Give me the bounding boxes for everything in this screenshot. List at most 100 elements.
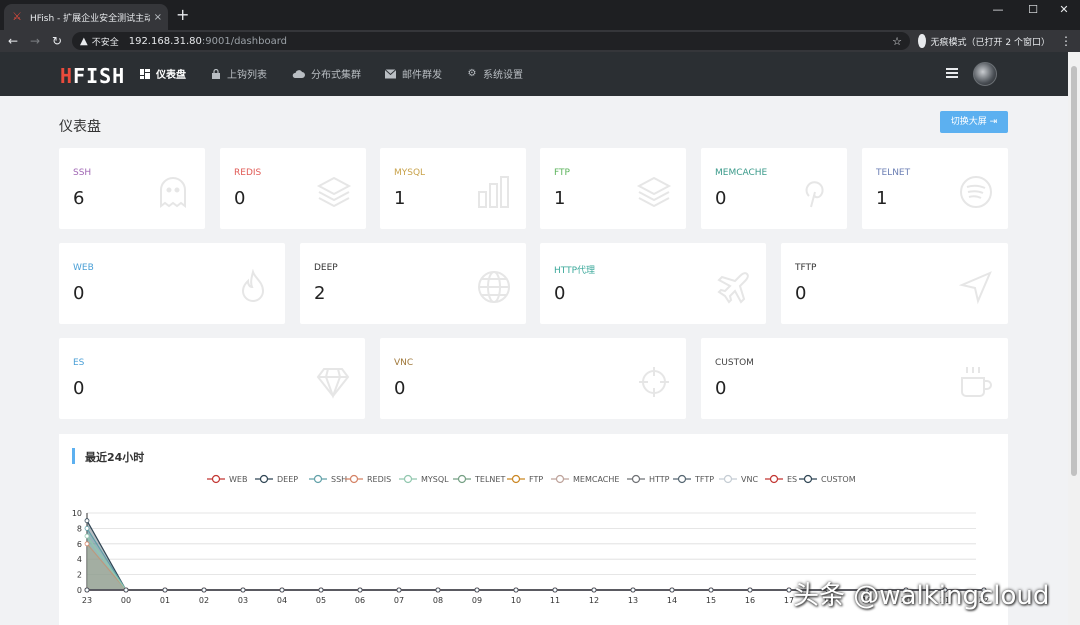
legend-item-telnet[interactable]: TELNET xyxy=(453,474,505,484)
legend-item-redis[interactable]: REDIS xyxy=(345,474,391,484)
data-point-custom xyxy=(786,587,792,593)
window-close-icon[interactable]: ✕ xyxy=(1046,0,1080,30)
address-bar[interactable]: ▲ 不安全 192.168.31.80 :9001/dashboard ☆ xyxy=(72,32,910,50)
legend-item-ftp[interactable]: FTP xyxy=(507,474,543,484)
legend-marker-icon xyxy=(309,474,327,484)
legend-label: VNC xyxy=(741,474,759,484)
data-point-custom xyxy=(318,587,324,593)
incognito-label: 无痕模式（已打开 2 个窗口） xyxy=(930,37,1050,48)
data-point-custom xyxy=(162,587,168,593)
browser-menu-icon[interactable]: ⋮ xyxy=(1060,32,1072,50)
x-tick-label: 09 xyxy=(472,596,482,605)
legend-item-mysql[interactable]: MYSQL xyxy=(399,474,449,484)
nav-label: 仪表盘 xyxy=(156,70,186,81)
scrollbar-thumb[interactable] xyxy=(1071,66,1077,476)
layers-icon xyxy=(316,174,352,210)
nav-item-settings[interactable]: ⚙ 系统设置 xyxy=(467,66,523,81)
x-tick-label: 08 xyxy=(433,596,443,605)
reload-icon[interactable]: ↻ xyxy=(48,32,66,50)
watermark-text: 头条 @walkingcloud xyxy=(793,581,1050,611)
fullscreen-toggle-button[interactable]: 切换大屏 ⇥ xyxy=(940,111,1008,133)
legend-item-vnc[interactable]: VNC xyxy=(719,474,758,484)
data-point-custom xyxy=(747,587,753,593)
card-label: FTP xyxy=(554,168,570,178)
stat-card-web[interactable]: WEB 0 xyxy=(59,243,285,324)
tab-close-icon[interactable]: × xyxy=(154,12,162,23)
legend-marker-icon xyxy=(765,474,783,484)
card-label: TELNET xyxy=(876,168,911,178)
page-title: 仪表盘 xyxy=(59,119,101,135)
bookmark-star-icon[interactable]: ☆ xyxy=(892,35,902,48)
stat-card-custom[interactable]: CUSTOM 0 xyxy=(701,338,1008,419)
plane-icon xyxy=(716,269,752,305)
lock-icon xyxy=(212,68,220,79)
nav-item-cluster[interactable]: 分布式集群 xyxy=(292,66,361,81)
x-tick-label: 02 xyxy=(199,596,209,605)
back-icon[interactable]: ← xyxy=(4,32,22,50)
legend-label: FTP xyxy=(529,474,544,484)
stat-card-mysql[interactable]: MYSQL 1 xyxy=(380,148,526,229)
minimize-icon[interactable]: — xyxy=(980,0,1016,30)
url-path: :9001/dashboard xyxy=(201,35,287,47)
x-tick-label: 12 xyxy=(589,596,599,605)
stat-card-es[interactable]: ES 0 xyxy=(59,338,365,419)
page-scrollbar[interactable] xyxy=(1068,52,1080,625)
card-label: HTTP代理 xyxy=(554,266,596,276)
stat-card-vnc[interactable]: VNC 0 xyxy=(380,338,686,419)
new-tab-button[interactable]: + xyxy=(176,6,189,24)
stat-card-telnet[interactable]: TELNET 1 xyxy=(862,148,1008,229)
browser-tab[interactable]: ⚔ HFish - 扩展企业安全测试主动诱 × xyxy=(4,4,168,30)
legend-marker-icon xyxy=(799,474,817,484)
legend-item-memcache[interactable]: MEMCACHE xyxy=(551,474,619,484)
coffee-icon xyxy=(958,364,994,400)
x-tick-label: 04 xyxy=(277,596,287,605)
card-label: SSH xyxy=(73,168,92,178)
legend-item-custom[interactable]: CUSTOM xyxy=(799,474,856,484)
data-point-redis xyxy=(84,541,90,547)
legend-item-tftp[interactable]: TFTP xyxy=(673,474,714,484)
data-point-custom xyxy=(669,587,675,593)
spotify-icon xyxy=(958,174,994,210)
dashboard-icon xyxy=(140,68,150,79)
nav-item-hooked-list[interactable]: 上钩列表 xyxy=(211,66,267,81)
stat-card-deep[interactable]: DEEP 2 xyxy=(300,243,526,324)
exit-icon: ⇥ xyxy=(989,117,998,127)
mail-icon xyxy=(385,68,396,78)
hamburger-menu-icon[interactable] xyxy=(946,68,958,78)
nav-item-mail[interactable]: 邮件群发 xyxy=(385,66,442,81)
y-tick-label: 8 xyxy=(77,524,82,533)
stat-card-http-proxy[interactable]: HTTP代理 0 xyxy=(540,243,766,324)
legend-item-http[interactable]: HTTP xyxy=(627,474,669,484)
data-point-custom xyxy=(708,587,714,593)
browser-toolbar: ← → ↻ ▲ 不安全 192.168.31.80 :9001/dashboar… xyxy=(0,30,1080,52)
user-avatar[interactable] xyxy=(973,62,997,86)
data-point-custom xyxy=(123,587,129,593)
legend-marker-icon xyxy=(627,474,645,484)
legend-item-ssh[interactable]: SSH xyxy=(309,474,347,484)
legend-label: TFTP xyxy=(695,474,715,484)
legend-label: CUSTOM xyxy=(821,474,856,484)
stat-card-redis[interactable]: REDIS 0 xyxy=(220,148,366,229)
stat-card-tftp[interactable]: TFTP 0 xyxy=(781,243,1008,324)
nav-item-dashboard[interactable]: 仪表盘 xyxy=(140,66,186,81)
legend-item-web[interactable]: WEB xyxy=(207,474,247,484)
data-point-custom xyxy=(630,587,636,593)
legend-item-deep[interactable]: DEEP xyxy=(255,474,298,484)
card-label: MYSQL xyxy=(394,168,426,178)
x-tick-label: 11 xyxy=(550,596,560,605)
card-value: 6 xyxy=(73,188,85,209)
legend-item-es[interactable]: ES xyxy=(765,474,797,484)
stat-card-ftp[interactable]: FTP 1 xyxy=(540,148,686,229)
legend-label: HTTP xyxy=(649,474,670,484)
stat-card-memcache[interactable]: MEMCACHE 0 xyxy=(701,148,847,229)
gear-icon: ⚙ xyxy=(467,67,477,79)
data-point-custom xyxy=(552,587,558,593)
forward-icon[interactable]: → xyxy=(26,32,44,50)
hfish-logo[interactable]: HFISH xyxy=(60,65,125,87)
card-value: 1 xyxy=(554,188,566,209)
incognito-indicator[interactable]: 无痕模式（已打开 2 个窗口） xyxy=(918,32,1050,50)
tab-title: HFish - 扩展企业安全测试主动诱 xyxy=(30,13,150,24)
card-label: CUSTOM xyxy=(715,358,754,368)
x-tick-label: 06 xyxy=(355,596,365,605)
stat-card-ssh[interactable]: SSH 6 xyxy=(59,148,205,229)
